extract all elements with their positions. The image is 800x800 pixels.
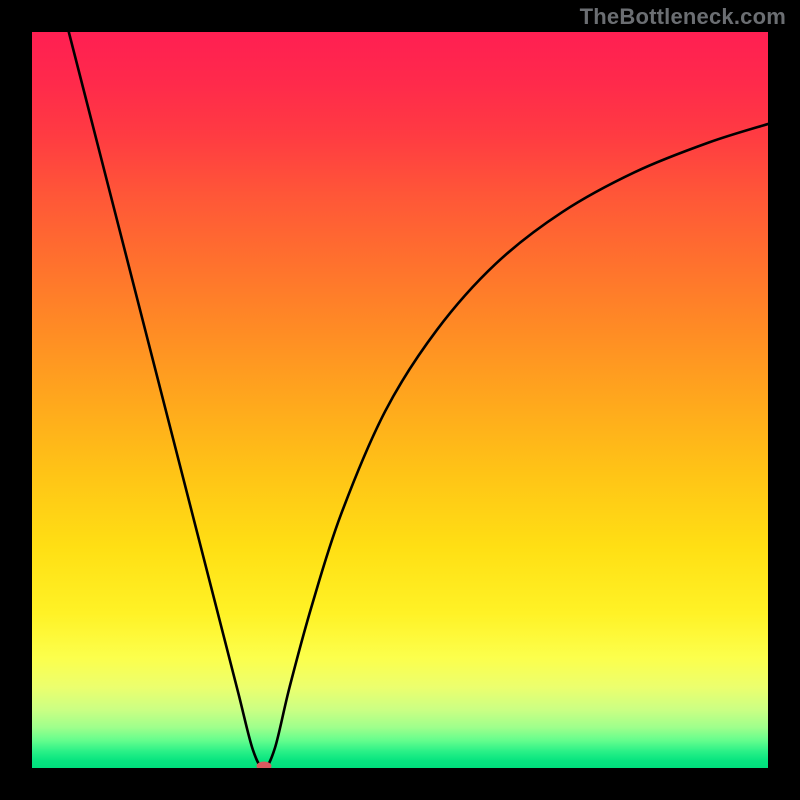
chart-container: TheBottleneck.com	[0, 0, 800, 800]
watermark-text: TheBottleneck.com	[580, 4, 786, 30]
optimal-point-marker	[256, 762, 271, 769]
bottleneck-curve	[69, 32, 768, 768]
curve-svg	[32, 32, 768, 768]
plot-area	[32, 32, 768, 768]
